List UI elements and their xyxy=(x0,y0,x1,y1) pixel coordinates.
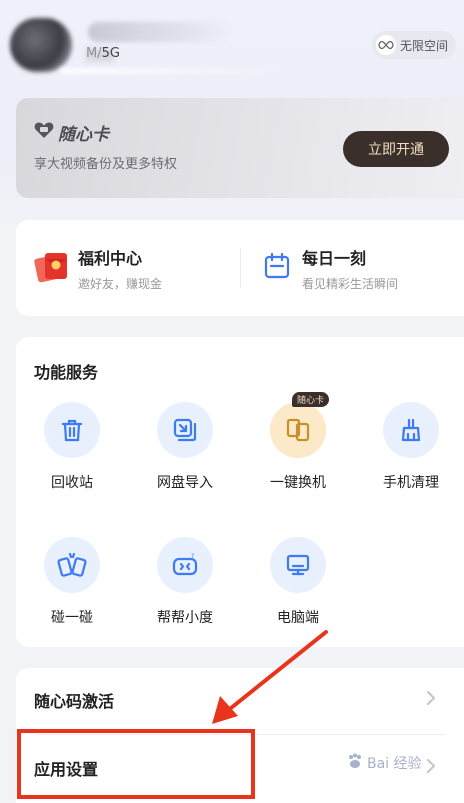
services-title: 功能服务 xyxy=(34,363,99,382)
welfare-card: 福利中心 邀好友，赚现金 每日一刻 看见精彩生活瞬间 xyxy=(16,220,464,316)
broom-icon xyxy=(383,402,439,458)
vip-title: 随心卡 xyxy=(34,120,109,145)
service-label: 碰一碰 xyxy=(51,610,93,626)
monitor-icon xyxy=(270,537,326,593)
robot-icon: ? xyxy=(157,537,213,593)
service-label: 一键换机 xyxy=(270,475,326,491)
vip-subtitle: 享大视频备份及更多特权 xyxy=(34,157,178,172)
daily-moment-subtitle: 看见精彩生活瞬间 xyxy=(302,276,399,291)
service-label: 回收站 xyxy=(51,475,93,491)
vip-title-text: 随心卡 xyxy=(58,125,109,145)
tap-phones-icon xyxy=(44,537,100,593)
service-label: 电脑端 xyxy=(277,610,319,626)
service-phone-swap[interactable]: 随心卡 一键换机 xyxy=(253,392,343,492)
baidu-watermark: Bai 经验 xyxy=(346,752,422,774)
paw-icon xyxy=(346,752,364,774)
watermark-text: Bai 经验 xyxy=(367,756,422,772)
daily-moment-title: 每日一刻 xyxy=(302,248,367,268)
username-blurred xyxy=(88,22,228,42)
unlimited-space-button[interactable]: 无限空间 xyxy=(372,31,457,59)
service-pc-client[interactable]: 电脑端 xyxy=(253,537,343,627)
phone-swap-icon: 随心卡 xyxy=(270,392,330,458)
highlight-box xyxy=(17,729,255,799)
chevron-right-icon xyxy=(426,758,436,778)
service-phone-cleanup[interactable]: 手机清理 xyxy=(366,402,456,492)
welfare-center-item[interactable]: 福利中心 邀好友，赚现金 xyxy=(34,220,162,316)
service-tap-tap[interactable]: 碰一碰 xyxy=(27,537,117,627)
list-item-label: 随心码激活 xyxy=(34,692,115,711)
heart-card-icon xyxy=(34,121,54,144)
daily-moment-item[interactable]: 每日一刻 看见精彩生活瞬间 xyxy=(262,220,398,316)
red-envelope-icon xyxy=(34,249,70,287)
welfare-center-title: 福利中心 xyxy=(78,248,143,268)
vip-card[interactable]: 随心卡 享大视频备份及更多特权 立即开通 xyxy=(16,98,464,198)
service-label: 网盘导入 xyxy=(157,475,213,491)
calendar-icon xyxy=(262,251,292,285)
chevron-right-icon xyxy=(426,690,436,710)
import-icon xyxy=(157,402,213,458)
service-netdisk-import[interactable]: 网盘导入 xyxy=(140,402,230,492)
service-label: 帮帮小度 xyxy=(157,610,213,626)
service-xiaodu-helper[interactable]: ? 帮帮小度 xyxy=(140,537,230,627)
activate-now-button[interactable]: 立即开通 xyxy=(343,131,449,167)
infinity-icon xyxy=(376,35,396,55)
vip-badge: 随心卡 xyxy=(292,392,330,407)
header-fade xyxy=(60,68,320,74)
avatar[interactable] xyxy=(10,18,72,72)
trash-icon xyxy=(44,402,100,458)
service-recycle-bin[interactable]: 回收站 xyxy=(27,402,117,492)
welfare-center-subtitle: 邀好友，赚现金 xyxy=(78,276,163,291)
svg-text:?: ? xyxy=(191,553,194,560)
list-item-code-activation[interactable]: 随心码激活 xyxy=(16,668,464,732)
storage-info: M/5G xyxy=(86,46,120,61)
welfare-divider xyxy=(240,248,241,288)
unlimited-space-label: 无限空间 xyxy=(400,38,449,53)
service-label: 手机清理 xyxy=(383,475,439,491)
services-card: 功能服务 回收站 网盘导入 随心卡 一键换机 手机清理 碰一碰 ? 帮帮小度 电… xyxy=(16,337,464,647)
